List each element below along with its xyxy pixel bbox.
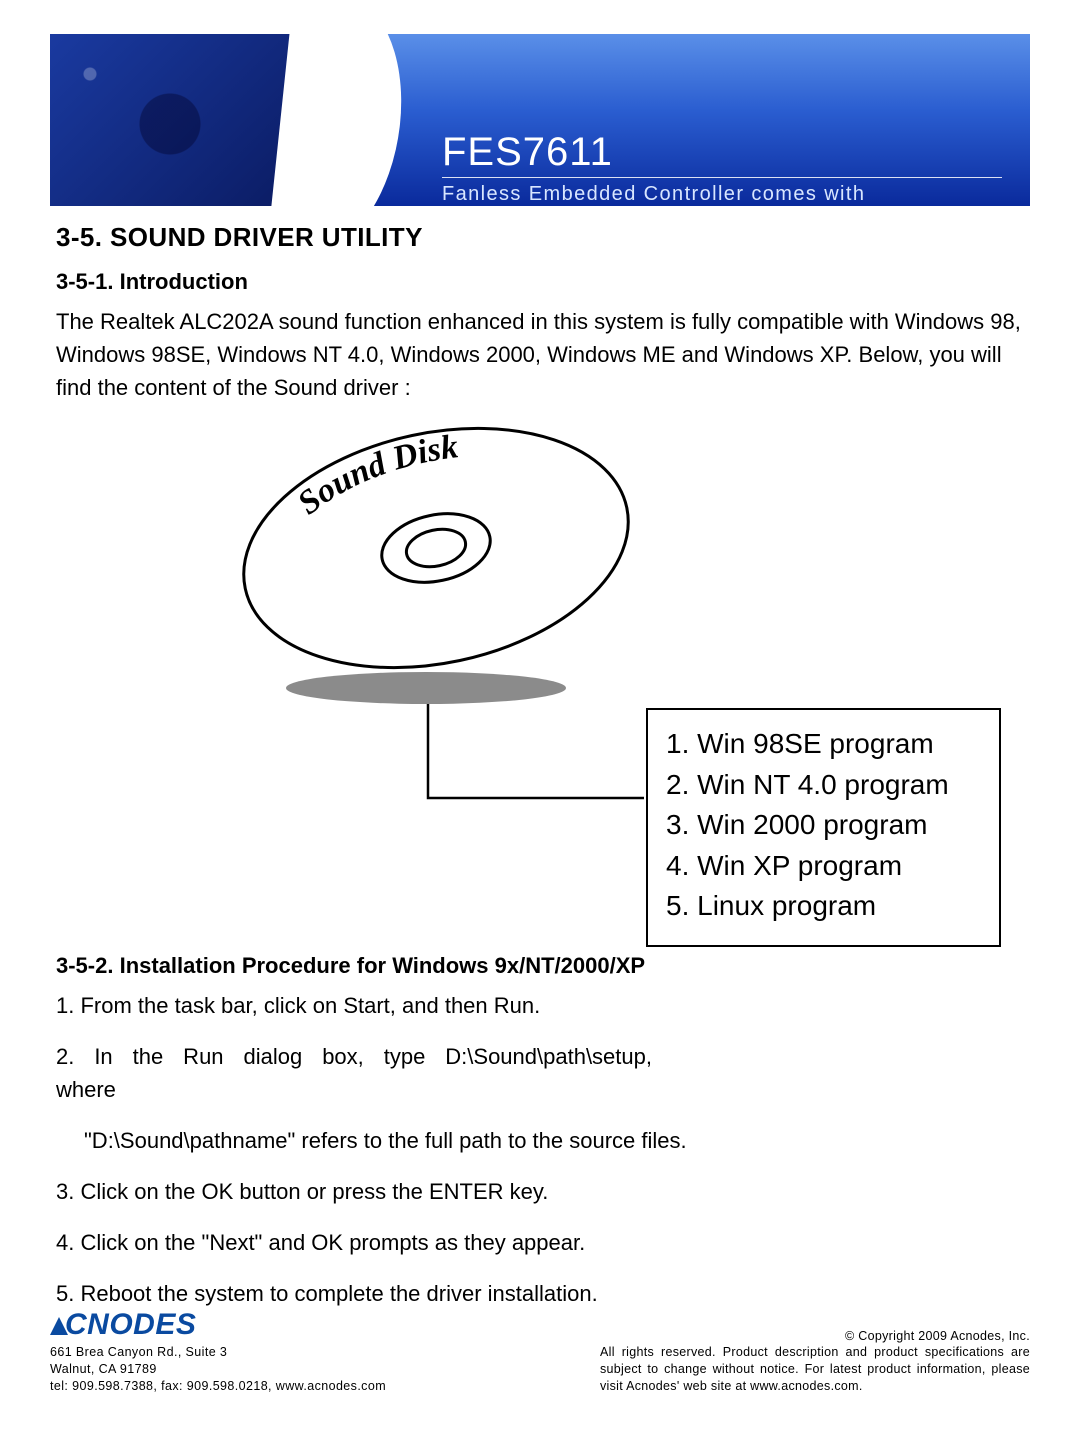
subsection-1-heading: 3-5-1. Introduction <box>56 269 1024 295</box>
step-5: 5. Reboot the system to complete the dri… <box>56 1277 1024 1310</box>
step-1: 1. From the task bar, click on Start, an… <box>56 989 1024 1022</box>
program-list-box: 1. Win 98SE program 2. Win NT 4.0 progra… <box>646 708 1001 947</box>
footer-copyright-line: © Copyright 2009 Acnodes, Inc. <box>600 1328 1030 1345</box>
program-item: 4. Win XP program <box>666 846 981 887</box>
section-heading: 3-5. SOUND DRIVER UTILITY <box>56 222 1024 253</box>
header-title-block: FES7611 Fanless Embedded Controller come… <box>442 130 1002 206</box>
model-number: FES7611 <box>442 130 1002 175</box>
logo-text: CNODES <box>65 1308 196 1341</box>
installation-steps: 1. From the task bar, click on Start, an… <box>56 989 1024 1310</box>
program-item: 5. Linux program <box>666 886 981 927</box>
footer-copyright-text: All rights reserved. Product description… <box>600 1344 1030 1395</box>
header-subtitle-1: Fanless Embedded Controller comes with <box>442 182 1002 206</box>
program-item: 3. Win 2000 program <box>666 805 981 846</box>
intro-paragraph: The Realtek ALC202A sound function enhan… <box>56 305 1024 404</box>
step-4: 4. Click on the "Next" and OK prompts as… <box>56 1226 1024 1259</box>
program-item: 1. Win 98SE program <box>666 724 981 765</box>
step-2: 2. In the Run dialog box, type D:\Sound\… <box>56 1040 1024 1157</box>
header-swoosh <box>266 34 413 206</box>
step-2-line-a: 2. In the Run dialog box, type D:\Sound\… <box>56 1040 652 1106</box>
footer-copyright: © Copyright 2009 Acnodes, Inc. All right… <box>600 1328 1030 1396</box>
subsection-2-heading: 3-5-2. Installation Procedure for Window… <box>56 953 1024 979</box>
step-2-line-b: "D:\Sound\pathname" refers to the full p… <box>56 1124 1024 1157</box>
header-banner: FES7611 Fanless Embedded Controller come… <box>50 34 1030 206</box>
disk-figure: Sound Disk 1. Win 98SE program 2. Win NT… <box>56 408 1036 953</box>
page-footer: CNODES 661 Brea Canyon Rd., Suite 3 Waln… <box>50 1308 1030 1395</box>
logo-caret-icon <box>50 1317 68 1335</box>
program-item: 2. Win NT 4.0 program <box>666 765 981 806</box>
header-divider <box>442 177 1002 178</box>
step-3: 3. Click on the OK button or press the E… <box>56 1175 1024 1208</box>
content-area: 3-5. SOUND DRIVER UTILITY 3-5-1. Introdu… <box>50 222 1030 1310</box>
